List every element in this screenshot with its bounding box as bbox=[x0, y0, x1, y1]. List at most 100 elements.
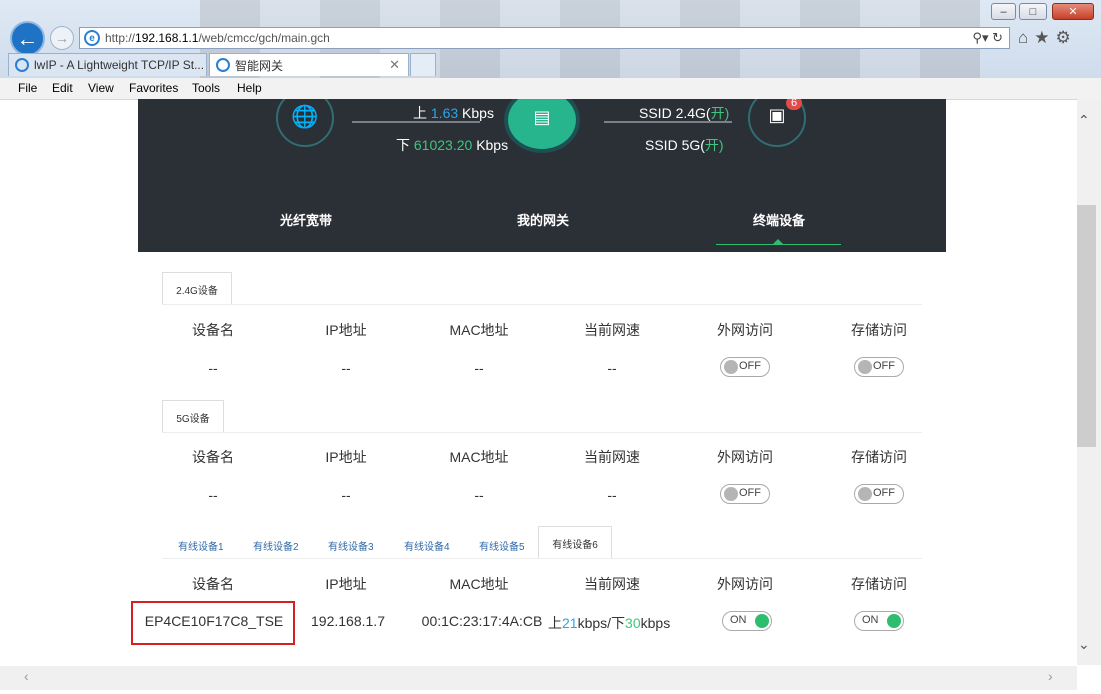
header-storage-access: 存储访问 bbox=[851, 449, 907, 465]
maximize-button[interactable]: □ bbox=[1019, 3, 1047, 20]
cell-ip: 192.168.1.7 bbox=[311, 613, 385, 629]
minimize-button[interactable]: – bbox=[991, 3, 1016, 20]
scroll-down-icon[interactable]: ⌄ bbox=[1078, 636, 1090, 653]
header-speed: 当前网速 bbox=[584, 322, 640, 338]
ssid-5g-status: SSID 5G(开) bbox=[645, 137, 724, 153]
menu-favorites[interactable]: Favorites bbox=[129, 81, 178, 95]
toggle-knob bbox=[724, 487, 738, 501]
favorites-star-icon[interactable]: ★ bbox=[1034, 28, 1055, 47]
scroll-right-icon[interactable]: › bbox=[1048, 668, 1053, 684]
toggle-knob bbox=[724, 360, 738, 374]
nav-fiber-broadband[interactable]: 光纤宽带 bbox=[280, 210, 332, 229]
toggle-label: OFF bbox=[739, 360, 761, 372]
toggle-knob bbox=[858, 487, 872, 501]
ie-logo-icon: e bbox=[84, 30, 100, 46]
divider bbox=[162, 432, 922, 433]
globe-icon: 🌐 bbox=[291, 104, 319, 129]
tab-wired-1[interactable]: 有线设备1 bbox=[178, 538, 224, 553]
menu-tools[interactable]: Tools bbox=[192, 81, 220, 95]
monitor-icon: ▣ bbox=[768, 105, 786, 125]
tab-wired-3[interactable]: 有线设备3 bbox=[328, 538, 374, 553]
horizontal-scrollbar[interactable] bbox=[0, 666, 1077, 690]
nav-terminal-devices[interactable]: 终端设备 bbox=[753, 210, 805, 229]
url-text[interactable]: http://192.168.1.1/web/cmcc/gch/main.gch bbox=[105, 31, 330, 45]
toolbar-icons: ⌂★⚙ bbox=[1018, 28, 1077, 48]
menu-file[interactable]: File bbox=[18, 81, 37, 95]
header-wan-access: 外网访问 bbox=[717, 576, 773, 592]
toggle-knob bbox=[887, 614, 901, 628]
url-host: 192.168.1.1 bbox=[135, 31, 199, 45]
tab-wired-5[interactable]: 有线设备5 bbox=[479, 538, 525, 553]
back-arrow-icon: ← bbox=[16, 25, 39, 51]
highlight-box bbox=[131, 601, 295, 645]
refresh-icon[interactable]: ↻ bbox=[992, 30, 1003, 45]
ie-tab-icon bbox=[15, 58, 29, 72]
gateway-banner: 🌐 上 1.63 Kbps 下 61023.20 Kbps ▤ SSID 2.4… bbox=[138, 99, 946, 252]
header-device-name: 设备名 bbox=[192, 449, 234, 465]
toggle-label: OFF bbox=[873, 360, 895, 372]
home-icon[interactable]: ⌂ bbox=[1018, 28, 1034, 47]
menu-view[interactable]: View bbox=[88, 81, 114, 95]
cell-device-name: -- bbox=[208, 487, 218, 503]
tab-24g-devices[interactable]: 2.4G设备 bbox=[162, 272, 232, 305]
tab-wired-4[interactable]: 有线设备4 bbox=[404, 538, 450, 553]
header-wan-access: 外网访问 bbox=[717, 449, 773, 465]
cell-speed: -- bbox=[607, 360, 617, 376]
back-button[interactable]: ← bbox=[10, 21, 45, 56]
toggle-label: ON bbox=[730, 614, 747, 626]
forward-button[interactable]: → bbox=[50, 26, 74, 50]
header-wan-access: 外网访问 bbox=[717, 322, 773, 338]
wan-access-toggle[interactable]: ON bbox=[722, 611, 772, 631]
header-device-name: 设备名 bbox=[192, 576, 234, 592]
url-prefix: http:// bbox=[105, 31, 136, 45]
toggle-knob bbox=[755, 614, 769, 628]
cell-speed: 上21kbps/下30kbps bbox=[548, 615, 671, 631]
address-actions: ⚲▾ ↻ bbox=[972, 30, 1003, 45]
scroll-left-icon[interactable]: ‹ bbox=[24, 668, 29, 684]
new-tab-button[interactable] bbox=[410, 53, 436, 76]
storage-access-toggle[interactable]: ON bbox=[854, 611, 904, 631]
divider bbox=[162, 304, 922, 305]
scroll-up-icon[interactable]: ⌃ bbox=[1078, 112, 1090, 129]
download-speed: 下 61023.20 Kbps bbox=[396, 137, 509, 153]
cell-device-name: -- bbox=[208, 360, 218, 376]
close-tab-icon[interactable]: ✕ bbox=[389, 57, 400, 73]
cell-ip: -- bbox=[341, 487, 351, 503]
menu-help[interactable]: Help bbox=[237, 81, 262, 95]
ssid-24g-status: SSID 2.4G(开) bbox=[639, 105, 730, 121]
tab-wired-2[interactable]: 有线设备2 bbox=[253, 538, 299, 553]
wan-access-toggle[interactable]: OFF bbox=[720, 484, 770, 504]
cell-speed: -- bbox=[607, 487, 617, 503]
storage-access-toggle[interactable]: OFF bbox=[854, 484, 904, 504]
header-ip: IP地址 bbox=[325, 449, 367, 465]
nav-my-gateway[interactable]: 我的网关 bbox=[517, 210, 569, 229]
menu-bar: File Edit View Favorites Tools Help bbox=[0, 78, 1101, 100]
header-storage-access: 存储访问 bbox=[851, 322, 907, 338]
header-mac: MAC地址 bbox=[449, 322, 509, 338]
browser-tab-lwip[interactable]: lwIP - A Lightweight TCP/IP St... bbox=[8, 53, 207, 76]
cell-mac: -- bbox=[474, 360, 484, 376]
toggle-knob bbox=[858, 360, 872, 374]
wan-access-toggle[interactable]: OFF bbox=[720, 357, 770, 377]
toggle-label: ON bbox=[862, 614, 879, 626]
storage-access-toggle[interactable]: OFF bbox=[854, 357, 904, 377]
toggle-label: OFF bbox=[873, 487, 895, 499]
forward-arrow-icon: → bbox=[55, 30, 69, 46]
vertical-scroll-thumb[interactable] bbox=[1077, 205, 1096, 447]
cell-ip: -- bbox=[341, 360, 351, 376]
toggle-label: OFF bbox=[739, 487, 761, 499]
divider bbox=[162, 558, 922, 559]
upload-speed: 上 1.63 Kbps bbox=[413, 105, 494, 121]
tab-label: 智能网关 bbox=[235, 58, 284, 73]
header-ip: IP地址 bbox=[325, 322, 367, 338]
address-bar[interactable]: e http://192.168.1.1/web/cmcc/gch/main.g… bbox=[79, 27, 1010, 49]
menu-edit[interactable]: Edit bbox=[52, 81, 73, 95]
tab-wired-6-active[interactable]: 有线设备6 bbox=[538, 526, 612, 559]
active-nav-indicator bbox=[772, 239, 784, 245]
close-window-button[interactable]: ✕ bbox=[1052, 3, 1094, 20]
search-icon[interactable]: ⚲ bbox=[972, 30, 982, 45]
tab-5g-devices[interactable]: 5G设备 bbox=[162, 400, 224, 433]
settings-gear-icon[interactable]: ⚙ bbox=[1056, 28, 1077, 47]
browser-tab-gateway[interactable]: 智能网关 ✕ bbox=[209, 53, 409, 76]
url-path: /web/cmcc/gch/main.gch bbox=[198, 31, 330, 45]
